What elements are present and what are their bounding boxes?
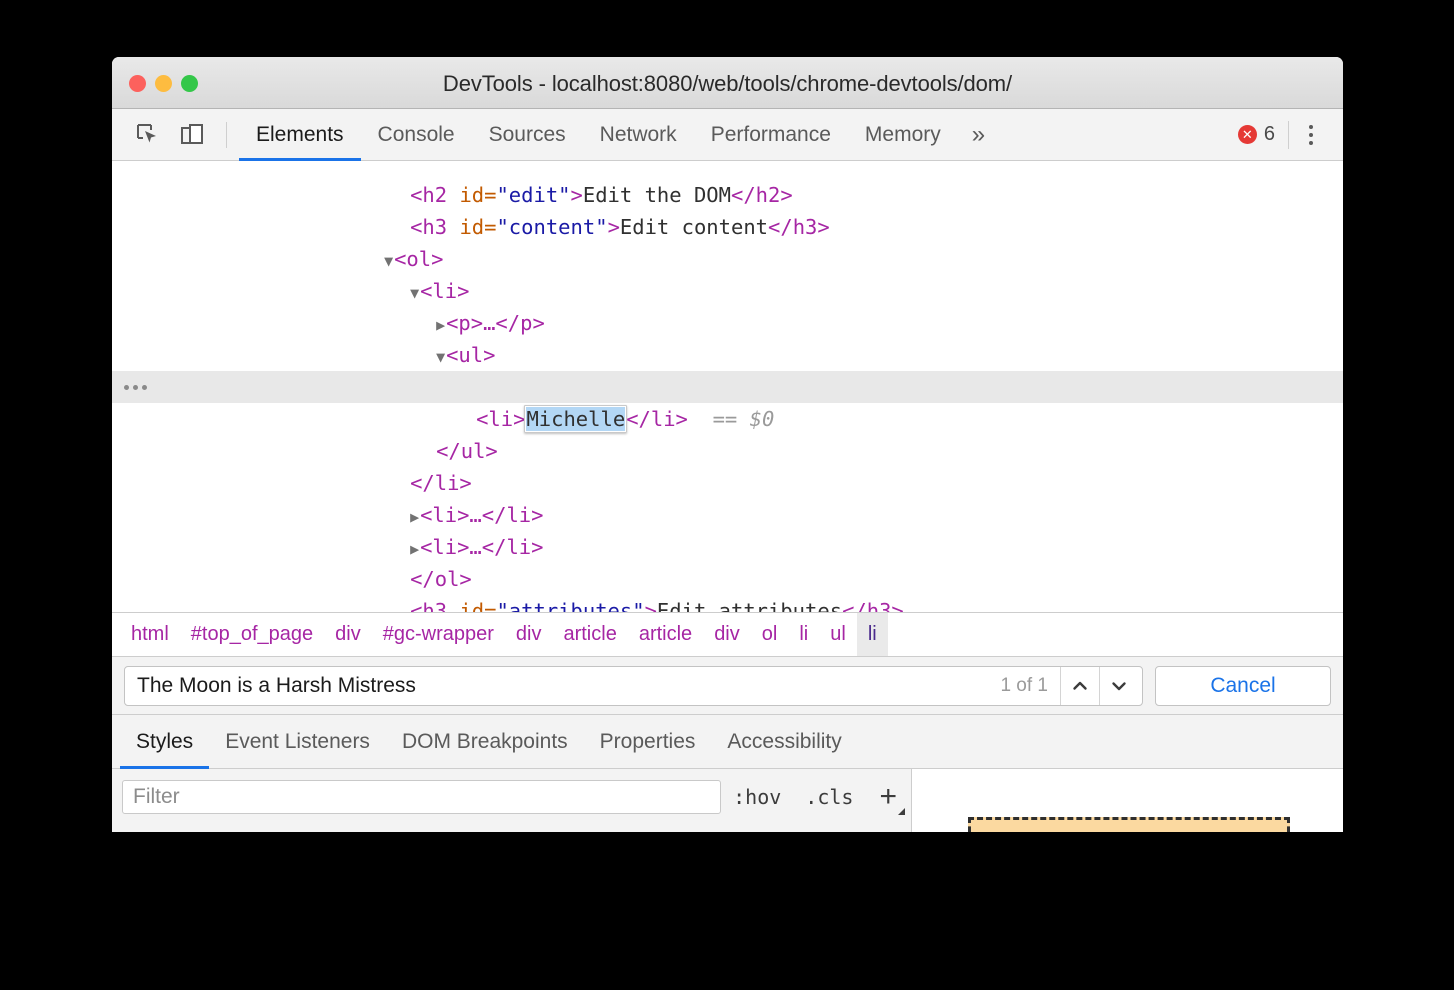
tab-memory[interactable]: Memory	[848, 109, 958, 160]
breadcrumb-label: div	[515, 623, 542, 645]
breadcrumb-label: li	[799, 623, 809, 645]
breadcrumb-item-article-1[interactable]: article	[552, 613, 627, 656]
dom-node-li-collapsed-2[interactable]: ▶<li>…</li>	[112, 499, 1343, 559]
breadcrumb-label: #top_of_page	[190, 623, 314, 645]
window-title: DevTools - localhost:8080/web/tools/chro…	[442, 71, 1013, 96]
breadcrumb-label: html	[131, 623, 169, 645]
tab-accessibility[interactable]: Accessibility	[711, 715, 857, 768]
more-tabs-icon[interactable]: »	[958, 109, 999, 160]
error-count-badge[interactable]: ✕ 6	[1237, 123, 1288, 146]
breadcrumb: html #top_of_page div #gc-wrapper div ar…	[112, 613, 1343, 657]
breadcrumb-item-html[interactable]: html	[120, 613, 180, 656]
kebab-menu-icon[interactable]	[1289, 124, 1333, 145]
dom-node-ol-open[interactable]: ▼<ol>	[112, 211, 1343, 271]
overflow-label: »	[971, 120, 986, 148]
dom-node-li-michelle[interactable]: <li>Michelle</li> == $0	[112, 371, 1343, 433]
tab-label: Elements	[256, 122, 344, 146]
new-style-rule-button[interactable]: +	[865, 782, 907, 815]
tab-label: Console	[377, 122, 455, 146]
tab-styles[interactable]: Styles	[120, 715, 210, 769]
sidebar-tabs: Styles Event Listeners DOM Breakpoints P…	[112, 715, 1343, 769]
tab-event-listeners[interactable]: Event Listeners	[209, 715, 386, 768]
styles-filter-input[interactable]: Filter	[122, 780, 722, 814]
sidebar-tab-label: Styles	[136, 729, 194, 753]
search-match-count: 1 of 1	[1000, 674, 1048, 696]
sidebar-tab-label: Properties	[599, 729, 696, 753]
dom-node-h2-edit[interactable]: <h2 id="edit">Edit the DOM</h2>	[112, 161, 1343, 207]
toolbar-right-group: ✕ 6	[1237, 109, 1343, 160]
dom-node-ul-close[interactable]: </ul>	[112, 403, 1343, 463]
dom-node-li-open[interactable]: ▼<li>	[112, 243, 1343, 303]
breadcrumb-item-ol[interactable]: ol	[751, 613, 789, 656]
inspect-element-icon[interactable]	[126, 109, 170, 160]
breadcrumb-label: #gc-wrapper	[382, 623, 494, 645]
sidebar-tab-label: DOM Breakpoints	[401, 729, 568, 753]
search-cancel-button[interactable]: Cancel	[1155, 665, 1331, 706]
node-overflow-dots-icon[interactable]	[124, 371, 147, 403]
devtools-toolbar: Elements Console Sources Network Perform…	[112, 109, 1343, 161]
error-circle-icon: ✕	[1237, 125, 1257, 144]
breadcrumb-item-li-1[interactable]: li	[788, 613, 819, 656]
breadcrumb-label: li	[867, 623, 877, 645]
tab-elements[interactable]: Elements	[239, 109, 361, 161]
dom-node-ol-collapsed[interactable]: ▶<ol>…</ol>	[112, 595, 1343, 612]
breadcrumb-label: div	[714, 623, 740, 645]
computed-column	[912, 769, 1343, 832]
breadcrumb-item-ul[interactable]: ul	[819, 613, 857, 656]
styles-rules-column: Filter :hov .cls +	[112, 769, 912, 832]
tab-properties[interactable]: Properties	[584, 715, 712, 768]
breadcrumb-label: ul	[830, 623, 846, 645]
hov-toggle-button[interactable]: :hov	[721, 785, 793, 809]
tab-label: Sources	[488, 122, 566, 146]
toolbar-divider	[226, 121, 227, 148]
search-next-button[interactable]	[1099, 666, 1138, 705]
breadcrumb-item-div-3[interactable]: div	[703, 613, 751, 656]
chevron-down-icon	[1112, 681, 1126, 690]
breadcrumb-item-top-of-page[interactable]: #top_of_page	[180, 613, 324, 656]
box-model-diagram[interactable]	[968, 817, 1290, 832]
breadcrumb-label: article	[563, 623, 617, 645]
breadcrumb-item-div-1[interactable]: div	[324, 613, 372, 656]
sidebar-tab-label: Event Listeners	[225, 729, 370, 753]
dom-node-ul-open[interactable]: ▼<ul>	[112, 307, 1343, 367]
dom-node-p-collapsed[interactable]: ▶<p>…</p>	[112, 275, 1343, 335]
cancel-label: Cancel	[1210, 673, 1276, 697]
breadcrumb-item-gc-wrapper[interactable]: #gc-wrapper	[372, 613, 505, 656]
breadcrumb-label: article	[638, 623, 693, 645]
search-field-wrapper[interactable]: The Moon is a Harsh Mistress 1 of 1	[124, 665, 1143, 706]
chevron-up-icon	[1073, 681, 1087, 690]
devtools-window: DevTools - localhost:8080/web/tools/chro…	[112, 57, 1343, 832]
breadcrumb-item-article-2[interactable]: article	[628, 613, 703, 656]
sidebar-tab-label: Accessibility	[727, 729, 842, 753]
tab-performance[interactable]: Performance	[694, 109, 848, 160]
tab-console[interactable]: Console	[361, 109, 472, 160]
styles-filter-row: Filter :hov .cls +	[112, 778, 911, 816]
tab-label: Memory	[864, 122, 941, 146]
styles-pane: Filter :hov .cls +	[112, 769, 1343, 832]
error-count-label: 6	[1263, 123, 1275, 145]
dom-node-li-collapsed-1[interactable]: ▶<li>…</li>	[112, 467, 1343, 527]
breadcrumb-item-div-2[interactable]: div	[505, 613, 553, 656]
search-input[interactable]: The Moon is a Harsh Mistress	[137, 674, 988, 698]
dom-node-h3-attributes[interactable]: <h3 id="attributes">Edit attributes</h3>	[112, 563, 1343, 612]
tab-dom-breakpoints[interactable]: DOM Breakpoints	[386, 715, 584, 768]
panel-tabs: Elements Console Sources Network Perform…	[239, 109, 1238, 161]
breadcrumb-label: div	[335, 623, 361, 645]
dom-node-h3-content[interactable]: <h3 id="content">Edit content</h3>	[112, 179, 1343, 239]
search-bar: The Moon is a Harsh Mistress 1 of 1 Canc…	[112, 657, 1343, 715]
dom-node-li-close[interactable]: </li>	[112, 435, 1343, 495]
breadcrumb-item-li-selected[interactable]: li	[856, 613, 888, 656]
dom-tree-panel[interactable]: <h2 id="edit">Edit the DOM</h2> <h3 id="…	[112, 161, 1343, 613]
title-bar: DevTools - localhost:8080/web/tools/chro…	[112, 57, 1343, 109]
tab-sources[interactable]: Sources	[472, 109, 583, 160]
device-toolbar-icon[interactable]	[170, 109, 214, 160]
dom-node-li-fry[interactable]: <li>Fry</li>	[112, 339, 1343, 399]
dom-node-ol-close[interactable]: </ol>	[112, 531, 1343, 591]
tab-label: Performance	[710, 122, 831, 146]
breadcrumb-label: ol	[761, 623, 778, 645]
cls-toggle-button[interactable]: .cls	[793, 785, 865, 809]
tab-label: Network	[599, 122, 677, 146]
search-prev-button[interactable]	[1060, 666, 1099, 705]
tab-network[interactable]: Network	[583, 109, 694, 160]
